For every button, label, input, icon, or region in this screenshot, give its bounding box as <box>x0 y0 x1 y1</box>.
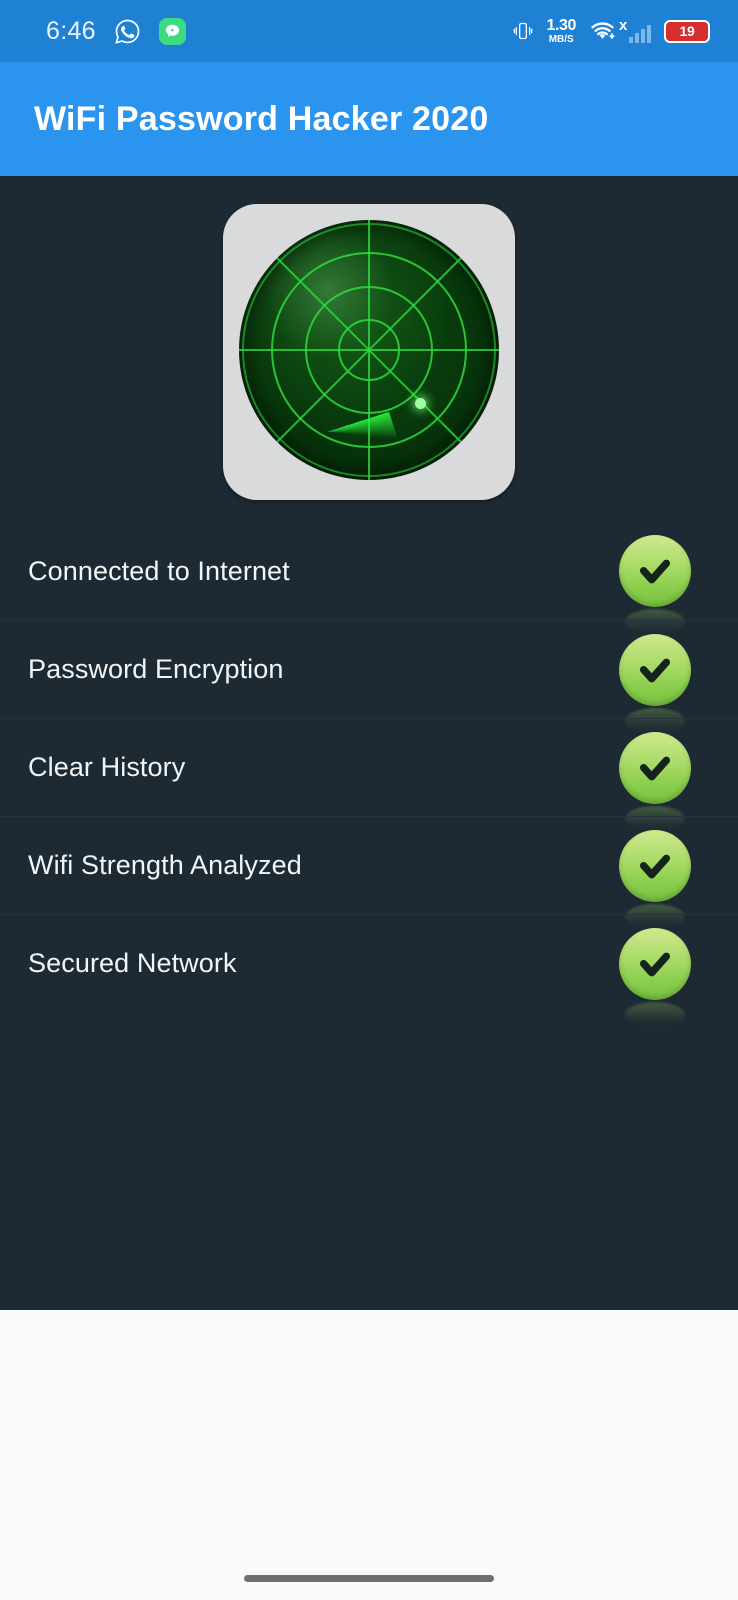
radar-screen <box>239 220 499 480</box>
list-item[interactable]: Password Encryption <box>0 620 738 734</box>
main-content: Connected to Internet Password Encryptio… <box>0 176 738 1310</box>
radar-scope-image <box>223 204 515 500</box>
radar-blip <box>415 398 426 409</box>
list-item[interactable]: Secured Network <box>0 914 738 1028</box>
check-badge <box>619 731 691 804</box>
check-circle-icon <box>619 731 691 832</box>
status-clock: 6:46 <box>46 16 96 45</box>
cellular-signal-icon: x <box>619 17 651 43</box>
vibrate-icon <box>513 19 533 43</box>
check-circle-icon <box>619 829 691 930</box>
list-item-label: Clear History <box>28 752 186 782</box>
check-badge <box>619 633 691 706</box>
check-circle-icon <box>619 535 691 635</box>
status-bar: 6:46 1.30 MB/S x 19 <box>0 0 738 62</box>
list-item-label: Secured Network <box>28 948 237 978</box>
signal-bar-2 <box>635 33 639 43</box>
app-bar: WiFi Password Hacker 2020 <box>0 62 738 176</box>
signal-bar-3 <box>641 29 645 43</box>
status-bar-left: 6:46 <box>46 17 186 46</box>
check-badge <box>619 829 691 902</box>
list-item-label: Connected to Internet <box>28 555 290 586</box>
gesture-navigation-pill[interactable] <box>244 1575 494 1582</box>
battery-level-label: 19 <box>679 23 695 39</box>
list-item-label: Password Encryption <box>28 654 284 684</box>
check-circle-icon <box>619 927 691 1028</box>
battery-icon: 19 <box>664 19 710 43</box>
list-item[interactable]: Clear History <box>0 718 738 832</box>
page-title: WiFi Password Hacker 2020 <box>34 99 489 138</box>
phone-screen: 6:46 1.30 MB/S x 19 WiFi Password Hacker… <box>0 0 738 1600</box>
wifi-icon <box>589 20 616 42</box>
list-item[interactable]: Connected to Internet <box>0 522 738 635</box>
network-speed-indicator: 1.30 MB/S <box>546 16 576 45</box>
check-badge <box>619 927 691 1000</box>
message-icon <box>158 17 186 45</box>
check-circle-icon <box>619 633 691 734</box>
signal-bar-4 <box>647 25 651 43</box>
check-badge <box>619 535 691 607</box>
status-list: Connected to Internet Password Encryptio… <box>0 522 738 1028</box>
signal-bar-1 <box>629 37 633 43</box>
network-speed-unit: MB/S <box>548 33 574 45</box>
status-bar-right: 1.30 MB/S x 19 <box>513 16 710 45</box>
check-reflection <box>625 1001 685 1028</box>
signal-blocked-marker: x <box>619 17 628 34</box>
whatsapp-icon <box>114 18 141 45</box>
list-item[interactable]: Wifi Strength Analyzed <box>0 816 738 930</box>
network-speed-value: 1.30 <box>546 16 576 34</box>
list-item-label: Wifi Strength Analyzed <box>28 850 302 880</box>
bottom-area <box>0 1310 738 1600</box>
